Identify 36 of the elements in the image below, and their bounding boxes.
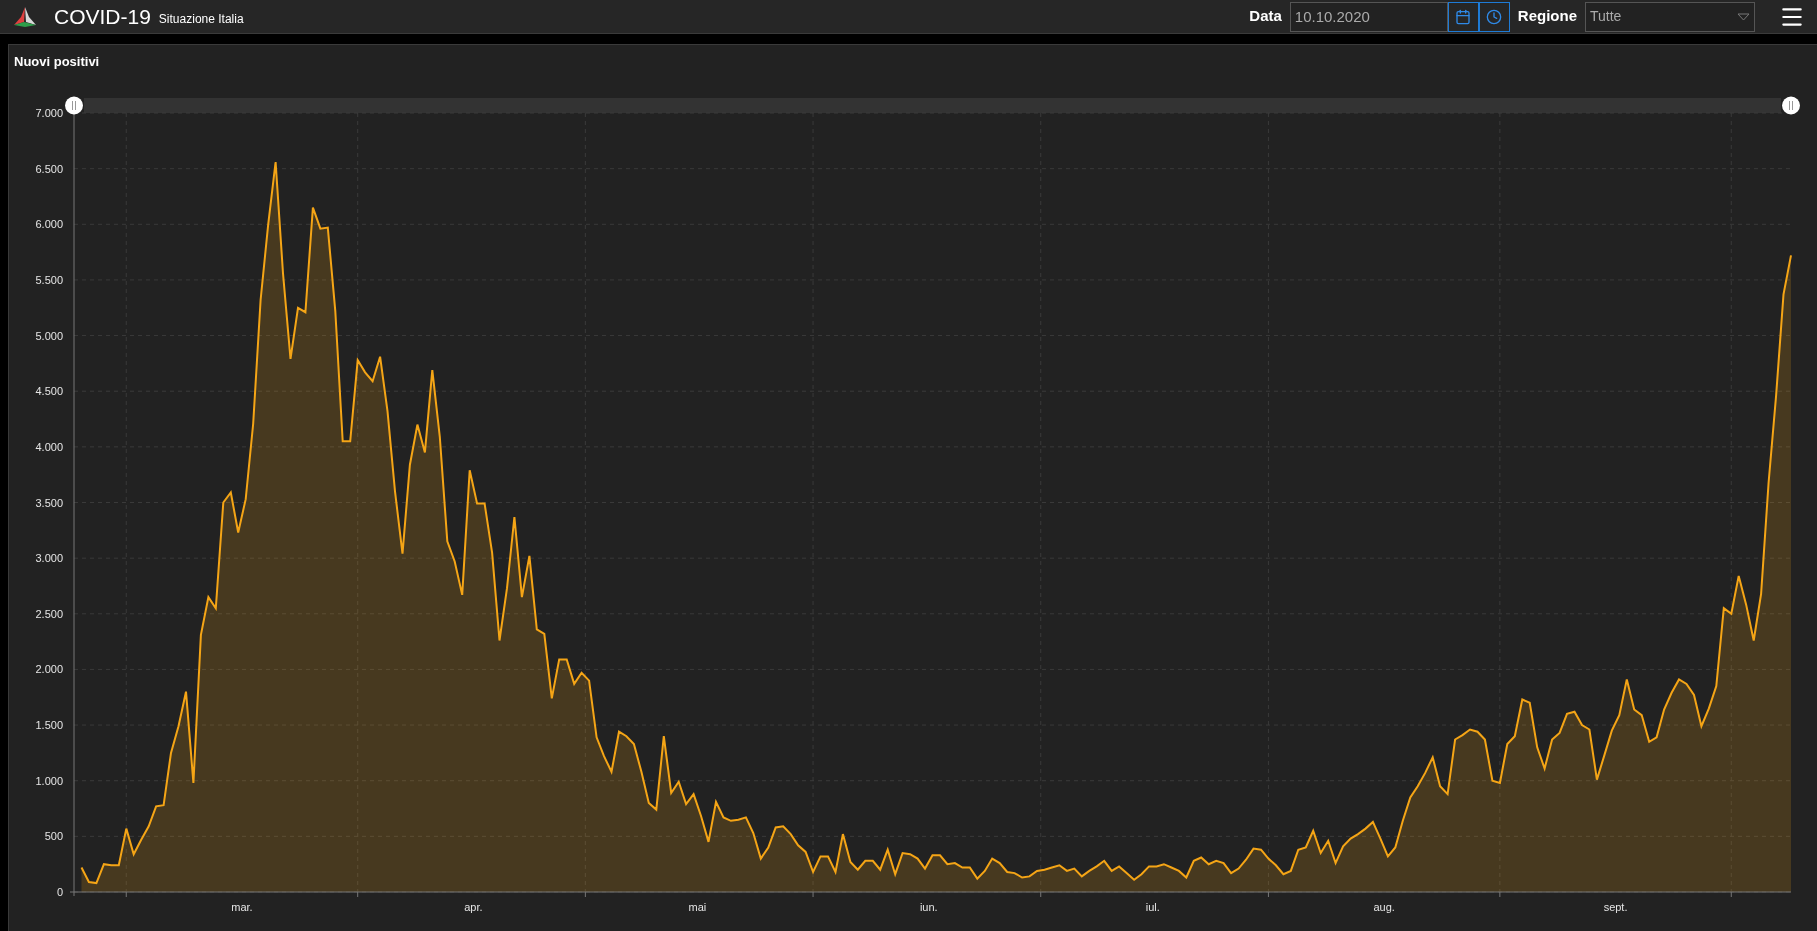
calendar-button[interactable] xyxy=(1447,1,1479,32)
app-title: COVID-19 xyxy=(54,3,151,30)
x-tick-label: sept. xyxy=(1603,901,1628,913)
y-tick-label: 3.000 xyxy=(35,552,63,565)
y-tick-label: 1.000 xyxy=(35,774,63,787)
x-tick-label: iul. xyxy=(1145,901,1160,913)
clock-button[interactable] xyxy=(1478,1,1510,32)
y-tick-label: 7.000 xyxy=(35,107,63,119)
y-tick-label: 5.000 xyxy=(35,329,63,342)
y-tick-label: 2.500 xyxy=(35,607,63,620)
y-tick-label: 4.500 xyxy=(35,385,63,398)
y-tick-label: 2.000 xyxy=(35,663,63,676)
y-tick-label: 1.500 xyxy=(35,719,63,732)
clock-icon xyxy=(1486,8,1503,25)
dropdown-caret-icon xyxy=(1737,12,1750,21)
y-tick-label: 6.500 xyxy=(35,162,63,175)
region-label: Regione xyxy=(1517,6,1577,27)
y-tick-label: 4.000 xyxy=(35,440,63,453)
region-dropdown[interactable]: Tutte xyxy=(1585,1,1755,32)
range-handle[interactable] xyxy=(65,96,83,115)
date-field[interactable]: 10.10.2020 xyxy=(1289,1,1448,32)
app-subtitle: Situazione Italia xyxy=(158,10,244,28)
x-tick-label: apr. xyxy=(464,901,483,913)
y-tick-label: 500 xyxy=(44,830,63,843)
y-tick-label: 3.500 xyxy=(35,496,63,509)
x-tick-label: iun. xyxy=(919,901,938,913)
x-tick-label: mar. xyxy=(231,901,253,913)
range-handle[interactable] xyxy=(1782,96,1800,115)
date-label: Data xyxy=(1249,6,1282,27)
y-tick-label: 6.000 xyxy=(35,218,63,231)
y-tick-label: 5.500 xyxy=(35,273,63,286)
chart-title: Nuovi positivi xyxy=(14,53,101,71)
calendar-icon xyxy=(1455,8,1472,25)
y-tick-label: 0 xyxy=(56,886,63,898)
x-tick-label: aug. xyxy=(1373,901,1395,913)
x-tick-label: mai xyxy=(688,901,707,913)
